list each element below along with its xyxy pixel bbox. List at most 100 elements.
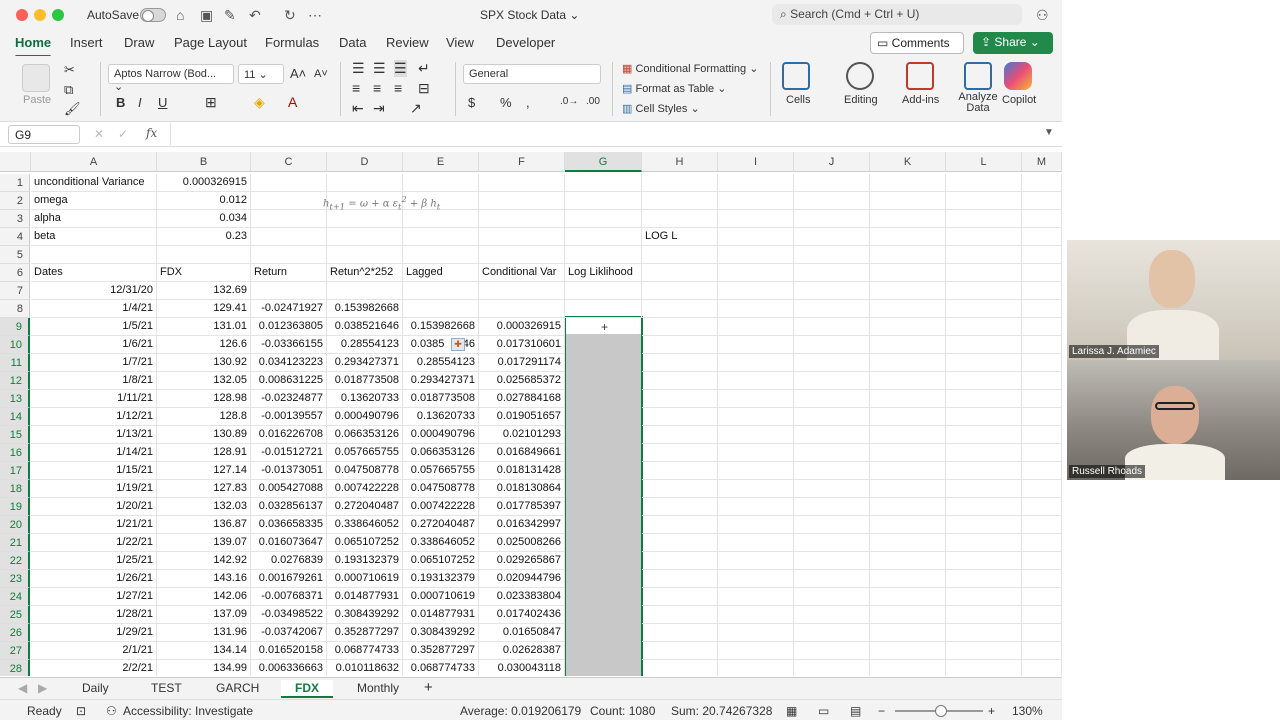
- cell-i25[interactable]: [718, 606, 794, 624]
- cell-a20[interactable]: 1/21/21: [31, 516, 157, 534]
- cell-i23[interactable]: [718, 570, 794, 588]
- cell-f2[interactable]: [479, 192, 565, 210]
- add-sheet-icon[interactable]: +: [424, 679, 433, 696]
- cell-f8[interactable]: [479, 300, 565, 318]
- cell-b14[interactable]: 128.8: [157, 408, 251, 426]
- cell-k2[interactable]: [870, 192, 946, 210]
- zoom-in-icon[interactable]: +: [988, 704, 995, 718]
- cell-c11[interactable]: 0.034123223: [251, 354, 327, 372]
- cell-m7[interactable]: [1022, 282, 1062, 300]
- column-header-f[interactable]: F: [479, 152, 565, 172]
- cell-j9[interactable]: [794, 318, 870, 336]
- row-header[interactable]: 22: [0, 552, 30, 570]
- cell-l4[interactable]: [946, 228, 1022, 246]
- font-color-icon[interactable]: A: [288, 94, 297, 110]
- cell-j15[interactable]: [794, 426, 870, 444]
- row-header[interactable]: 19: [0, 498, 30, 516]
- cell-f22[interactable]: 0.029265867: [479, 552, 565, 570]
- cell-h8[interactable]: [642, 300, 718, 318]
- cell-c26[interactable]: -0.03742067: [251, 624, 327, 642]
- cell-c14[interactable]: -0.00139557: [251, 408, 327, 426]
- column-header-b[interactable]: B: [157, 152, 251, 172]
- cell-c19[interactable]: 0.032856137: [251, 498, 327, 516]
- cell-i6[interactable]: [718, 264, 794, 282]
- cell-j25[interactable]: [794, 606, 870, 624]
- cell-c24[interactable]: -0.00768371: [251, 588, 327, 606]
- cell-k20[interactable]: [870, 516, 946, 534]
- tab-developer[interactable]: Developer: [496, 35, 555, 50]
- cell-d8[interactable]: 0.153982668: [327, 300, 403, 318]
- cell-j5[interactable]: [794, 246, 870, 264]
- cell-f15[interactable]: 0.02101293: [479, 426, 565, 444]
- cell-b13[interactable]: 128.98: [157, 390, 251, 408]
- column-header-c[interactable]: C: [251, 152, 327, 172]
- cell-c1[interactable]: [251, 174, 327, 192]
- cell-b12[interactable]: 132.05: [157, 372, 251, 390]
- cell-i8[interactable]: [718, 300, 794, 318]
- cell-l2[interactable]: [946, 192, 1022, 210]
- row-header[interactable]: 26: [0, 624, 30, 642]
- cell-i14[interactable]: [718, 408, 794, 426]
- search-input[interactable]: ⌕ Search (Cmd + Ctrl + U): [772, 4, 1022, 25]
- cell-c13[interactable]: -0.02324877: [251, 390, 327, 408]
- cell-l20[interactable]: [946, 516, 1022, 534]
- cell-j13[interactable]: [794, 390, 870, 408]
- normal-view-icon[interactable]: ▦: [786, 704, 797, 718]
- cancel-icon[interactable]: ✕: [94, 127, 104, 141]
- cell-m8[interactable]: [1022, 300, 1062, 318]
- cell-e15[interactable]: 0.000490796: [403, 426, 479, 444]
- cell-c18[interactable]: 0.005427088: [251, 480, 327, 498]
- format-painter-icon[interactable]: 🖌: [64, 101, 81, 117]
- cell-h17[interactable]: [642, 462, 718, 480]
- column-header-k[interactable]: K: [870, 152, 946, 172]
- close-window-button[interactable]: [16, 9, 28, 21]
- maximize-window-button[interactable]: [52, 9, 64, 21]
- cell-k13[interactable]: [870, 390, 946, 408]
- wrap-text-icon[interactable]: ↵: [418, 60, 430, 77]
- cell-i7[interactable]: [718, 282, 794, 300]
- cell-i22[interactable]: [718, 552, 794, 570]
- column-header-i[interactable]: I: [718, 152, 794, 172]
- page-layout-view-icon[interactable]: ▭: [818, 704, 829, 718]
- cell-d23[interactable]: 0.000710619: [327, 570, 403, 588]
- cell-d12[interactable]: 0.018773508: [327, 372, 403, 390]
- row-header[interactable]: 25: [0, 606, 30, 624]
- cell-b17[interactable]: 127.14: [157, 462, 251, 480]
- cell-e20[interactable]: 0.272040487: [403, 516, 479, 534]
- cell-h14[interactable]: [642, 408, 718, 426]
- cell-m17[interactable]: [1022, 462, 1062, 480]
- cell-h15[interactable]: [642, 426, 718, 444]
- cell-j2[interactable]: [794, 192, 870, 210]
- align-top-icon[interactable]: ☰: [352, 60, 365, 77]
- tab-review[interactable]: Review: [386, 35, 429, 50]
- cell-l22[interactable]: [946, 552, 1022, 570]
- cell-f4[interactable]: [479, 228, 565, 246]
- cell-e17[interactable]: 0.057665755: [403, 462, 479, 480]
- row-header[interactable]: 15: [0, 426, 30, 444]
- select-all-corner[interactable]: [0, 152, 31, 172]
- sheet-tab-test[interactable]: TEST: [151, 681, 182, 695]
- cell-g4[interactable]: [565, 228, 642, 246]
- cell-m15[interactable]: [1022, 426, 1062, 444]
- cell-l21[interactable]: [946, 534, 1022, 552]
- cell-j21[interactable]: [794, 534, 870, 552]
- number-format-select[interactable]: General: [463, 64, 601, 84]
- cell-d1[interactable]: [327, 174, 403, 192]
- cell-e22[interactable]: 0.065107252: [403, 552, 479, 570]
- cell-c15[interactable]: 0.016226708: [251, 426, 327, 444]
- row-header[interactable]: 27: [0, 642, 30, 660]
- align-right-icon[interactable]: ≡: [394, 80, 402, 96]
- autosave-toggle[interactable]: [140, 8, 166, 22]
- tab-home[interactable]: Home: [15, 35, 52, 58]
- cell-k12[interactable]: [870, 372, 946, 390]
- cell-k16[interactable]: [870, 444, 946, 462]
- cell-l23[interactable]: [946, 570, 1022, 588]
- cell-a17[interactable]: 1/15/21: [31, 462, 157, 480]
- cell-g2[interactable]: [565, 192, 642, 210]
- row-header[interactable]: 2: [0, 192, 30, 210]
- cell-i18[interactable]: [718, 480, 794, 498]
- row-header[interactable]: 7: [0, 282, 30, 300]
- cell-b7[interactable]: 132.69: [157, 282, 251, 300]
- row-header[interactable]: 6: [0, 264, 30, 282]
- cell-l26[interactable]: [946, 624, 1022, 642]
